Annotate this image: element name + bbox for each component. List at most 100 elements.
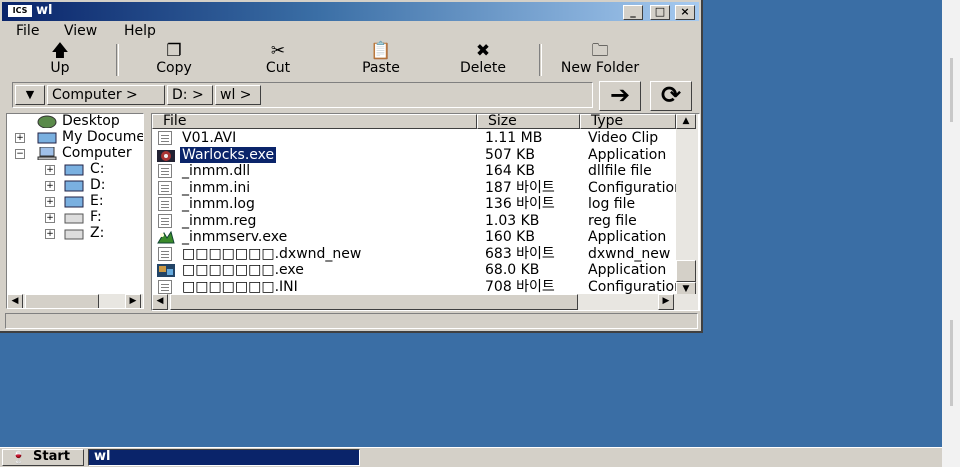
expand-icon[interactable]: + [45,229,55,239]
go-button[interactable]: ➔ [599,81,641,111]
chevron-down-icon[interactable]: ▼ [15,85,45,105]
tree-label: C: [90,161,105,177]
tree-horizontal-scrollbar[interactable]: ◀ ▶ [7,294,143,308]
tree-label: E: [90,193,104,209]
column-header-size[interactable]: Size [477,114,580,129]
file-size: 1.03 KB [485,212,540,229]
scroll-thumb[interactable] [25,294,99,308]
start-label: Start [33,449,70,464]
app-icon: ICS [8,5,32,17]
expand-icon[interactable]: + [45,181,55,191]
document-icon [158,246,172,261]
file-row[interactable]: □□□□□□□.dxwnd_new 683 바이트 dxwnd_new [152,246,676,263]
minimize-button[interactable]: _ [623,5,643,20]
file-row[interactable]: _inmm.dll 164 KB dllfile file [152,163,676,180]
document-icon [158,197,172,211]
up-button[interactable]: 🡅 Up [20,42,100,78]
column-header-file[interactable]: File [152,114,477,129]
new-folder-button[interactable]: 🗀 New Folder [548,42,652,78]
delete-label: Delete [460,60,506,76]
expand-icon[interactable]: + [45,165,55,175]
file-icon [156,230,176,245]
file-name: _inmm.dll [182,163,251,179]
file-name: _inmmserv.exe [182,229,288,245]
file-icon [156,279,176,295]
file-row[interactable]: _inmm.ini 187 바이트 Configuration [152,180,676,197]
taskbar-item-wl[interactable]: wl [88,449,360,466]
scroll-left-button[interactable]: ◀ [7,294,23,308]
file-name: _inmm.ini [182,179,251,196]
file-row[interactable]: V01.AVI 1.11 MB Video Clip [152,130,676,147]
expand-icon[interactable]: + [45,197,55,207]
file-icon [156,263,176,278]
scissors-icon: ✂ [270,41,286,61]
file-row[interactable]: _inmm.log 136 바이트 log file [152,196,676,213]
document-icon [158,213,172,228]
drive-icon [64,213,84,224]
address-bar[interactable]: ▼ Computer > D: > wl > [12,82,593,108]
menu-view[interactable]: View [64,23,97,39]
file-type: Application [588,229,667,245]
scroll-thumb[interactable] [170,294,578,310]
title-bar[interactable]: ICS wl _ □ × [2,2,699,21]
copy-button[interactable]: ❐ Copy [134,42,214,78]
copy-icon: ❐ [166,41,182,61]
column-header-type[interactable]: Type [580,114,676,129]
file-icon [156,180,176,196]
file-size: 68.0 KB [485,262,540,278]
menu-help[interactable]: Help [124,23,156,39]
file-type: Video Clip [588,130,659,146]
document-icon [158,164,172,178]
file-row[interactable]: _inmmserv.exe 160 KB Application [152,229,676,246]
scroll-right-button[interactable]: ▶ [658,294,674,310]
cut-button[interactable]: ✂ Cut [238,42,318,78]
maximize-button[interactable]: □ [650,5,670,20]
file-name: □□□□□□□.INI [182,278,298,295]
start-button[interactable]: 🍷 Start [2,449,84,466]
tree-label: Z: [90,225,105,241]
breadcrumb-computer[interactable]: Computer > [47,85,165,105]
delete-button[interactable]: ✖ Delete [443,42,523,78]
close-button[interactable]: × [675,5,695,20]
file-size: 683 바이트 [485,245,555,262]
expand-icon[interactable]: + [15,133,25,143]
file-row[interactable]: _inmm.reg 1.03 KB reg file [152,213,676,230]
tree-label: My Documents [62,129,144,145]
folder-icon [64,164,84,176]
edge-mark [950,58,953,122]
file-name: Warlocks.exe [178,145,278,164]
file-type: reg file [588,212,637,229]
file-manager-window: ICS wl _ □ × File View Help 🡅 Up ❐ Copy … [0,0,703,333]
file-icon [156,246,176,262]
expand-icon[interactable]: + [45,213,55,223]
scroll-left-button[interactable]: ◀ [152,294,168,310]
file-list-horizontal-scrollbar[interactable]: ◀ ▶ [152,294,698,310]
breadcrumb-wl[interactable]: wl > [215,85,261,105]
folder-icon [64,196,84,208]
up-label: Up [50,60,70,76]
paste-button[interactable]: 📋 Paste [341,42,421,78]
file-row[interactable]: Warlocks.exe 507 KB Application [152,145,676,164]
file-name: □□□□□□□.dxwnd_new [182,245,362,262]
x-icon: ✖ [475,41,491,61]
scroll-right-button[interactable]: ▶ [125,294,141,308]
breadcrumb-drive-d[interactable]: D: > [167,85,213,105]
file-row[interactable]: □□□□□□□.INI 708 바이트 Configuration [152,279,676,296]
file-list-vertical-scrollbar[interactable]: ▲ ▼ [676,114,698,297]
file-icon [156,213,176,229]
scroll-thumb[interactable] [676,260,696,282]
menu-file[interactable]: File [16,23,39,39]
file-icon [156,197,176,212]
window-title: wl [36,3,53,18]
collapse-icon[interactable]: − [15,149,25,159]
toolbar: 🡅 Up ❐ Copy ✂ Cut 📋 Paste ✖ Delete 🗀 New… [2,42,699,78]
file-size: 507 KB [485,146,535,163]
wine-glass-icon: 🍷 [11,450,26,464]
scroll-up-button[interactable]: ▲ [676,114,696,129]
file-icon [156,148,176,163]
refresh-button[interactable]: ⟳ [650,81,692,111]
toolbar-separator [539,44,542,76]
file-type: Configuration [588,278,676,295]
desktop-icon [37,115,57,128]
file-row[interactable]: □□□□□□□.exe 68.0 KB Application [152,262,676,279]
